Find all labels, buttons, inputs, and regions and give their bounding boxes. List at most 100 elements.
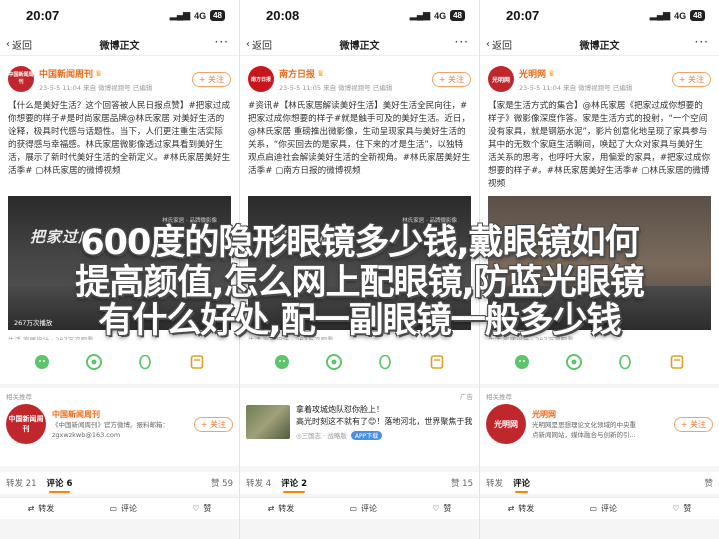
nav-bar: ‹ 返回 微博正文 ··· (480, 32, 719, 56)
ad-thumbnail[interactable] (246, 405, 290, 439)
author-name[interactable]: 光明网 (519, 67, 546, 80)
ad-title[interactable]: 拿着攻城炮队怼你脸上！ (296, 404, 473, 416)
comment-button[interactable]: ▭ 评论 (109, 503, 137, 514)
wechat-icon[interactable] (33, 353, 51, 371)
like-button[interactable]: ♡ 赞 (672, 503, 691, 514)
wechat-icon[interactable] (513, 353, 531, 371)
avatar-text: 光明网 (491, 76, 510, 84)
avatar[interactable]: 中国新闻周刊 (6, 404, 46, 444)
rec-account-desc-2: zgxwzkwb@163.com (52, 430, 121, 439)
rec-account-name[interactable]: 中国新闻周刊 (52, 409, 188, 420)
weibo-screen-1: 20:07 ▂▄▆ 4G 48 ‹ 返回 微博正文 ··· 中国新闻周刊 中国新闻… (0, 0, 239, 539)
status-icons: ▂▄▆ 4G 48 (170, 10, 225, 21)
follow-button[interactable]: + 关注 (431, 71, 471, 87)
repost-button[interactable]: ⇄ 转发 (508, 503, 535, 514)
tab-repost[interactable]: 转发 (486, 477, 503, 489)
comment-icon: ▭ (349, 504, 358, 513)
tab-like[interactable]: 赞 (704, 477, 713, 489)
rec-account-desc-2: 点新闻网站，媒体融合与创新的引... (532, 430, 636, 439)
tab-repost[interactable]: 转发 21 (6, 477, 37, 489)
comment-tabs: 转发 4 评论 2 赞 15 (240, 472, 479, 494)
author-name[interactable]: 中国新闻周刊 (39, 67, 93, 80)
tab-like[interactable]: 赞 59 (211, 477, 233, 489)
avatar[interactable]: 中国新闻周刊 (8, 66, 34, 92)
post-card: 南方日报 南方日报 ♛ 23-5-5 11:05 来自 微博视频号 已编辑 + 关… (240, 56, 479, 354)
tab-repost[interactable]: 转发 4 (246, 477, 271, 489)
status-time: 20:07 (506, 8, 540, 23)
video-floor (488, 286, 711, 330)
tab-like[interactable]: 赞 15 (451, 477, 473, 489)
favorite-icon[interactable] (188, 353, 206, 371)
status-icons: ▂▄▆ 4G 48 (650, 10, 705, 21)
thumbs-up-icon: ♡ (432, 504, 440, 513)
tab-comment[interactable]: 评论 6 (47, 477, 72, 493)
favorite-icon[interactable] (428, 353, 446, 371)
video-player[interactable]: 把家过成 林氏家居 · 品牌微影像 (248, 196, 471, 330)
moments-icon[interactable] (325, 353, 343, 371)
page-title: 微博正文 (99, 41, 140, 52)
favorite-icon[interactable] (668, 353, 686, 371)
tab-comment[interactable]: 评论 2 (281, 477, 307, 493)
repost-button[interactable]: ⇄ 转发 (28, 503, 55, 514)
like-button[interactable]: ♡ 赞 (432, 503, 451, 514)
more-options-icon[interactable]: ··· (215, 35, 229, 49)
repost-icon: ⇄ (507, 504, 515, 513)
like-button[interactable]: ♡ 赞 (192, 503, 211, 514)
comment-icon: ▭ (109, 504, 118, 513)
video-play-count: 267万次播放 (14, 319, 53, 327)
status-icons: ▂▄▆ 4G 48 (410, 10, 465, 21)
video-floor (248, 286, 471, 330)
repost-label: 转发 (518, 504, 535, 513)
qq-icon[interactable] (376, 353, 394, 371)
moments-icon[interactable] (565, 353, 583, 371)
comment-button[interactable]: ▭ 评论 (349, 503, 377, 514)
signal-icon: ▂▄▆ (409, 10, 431, 20)
author-name[interactable]: 南方日报 (279, 67, 315, 80)
avatar-text: 南方日报 (250, 76, 271, 83)
rec-avatar-text: 光明网 (494, 419, 518, 429)
signal-icon: ▂▄▆ (649, 10, 671, 20)
qq-icon[interactable] (616, 353, 634, 371)
status-bar: 20:08 ▂▄▆ 4G 48 (240, 0, 479, 32)
more-options-icon[interactable]: ··· (455, 35, 469, 49)
avatar[interactable]: 光明网 (486, 404, 526, 444)
follow-button[interactable]: + 关注 (191, 71, 231, 87)
status-bar: 20:07 ▂▄▆ 4G 48 (480, 0, 719, 32)
related-recommendation: 相关推荐 中国新闻周刊 中国新闻周刊 《中国新闻周刊》官方微博。报料邮箱： zg… (0, 388, 239, 466)
post-card: 中国新闻周刊 中国新闻周刊 ♛ 23-5-5 11:04 来自 微博视频号 已编辑… (0, 56, 239, 354)
follow-button[interactable]: + 关注 (193, 416, 233, 432)
wechat-icon[interactable] (273, 353, 291, 371)
video-logo: 林氏家居 · 品牌微影像 (402, 218, 457, 224)
repost-button[interactable]: ⇄ 转发 (268, 503, 295, 514)
post-text: #资讯#【林氏家居解读美好生活】美好生活全民向往，#把家过成你想要的样子#就是触… (248, 101, 471, 176)
share-actions (480, 340, 719, 384)
thumbs-up-icon: ♡ (192, 504, 200, 513)
tab-comment[interactable]: 评论 (513, 477, 530, 493)
rec-account-desc: 《中国新闻周刊》官方微博。报料邮箱： (52, 420, 169, 429)
rec-account-name[interactable]: 光明网 (532, 409, 668, 420)
video-player[interactable]: 把家过成 林氏家居 · 品牌微影像 267万次播放 (8, 196, 231, 330)
network-label: 4G (194, 10, 207, 21)
follow-button[interactable]: + 关注 (673, 416, 713, 432)
comment-label: 评论 (601, 504, 618, 513)
repost-icon: ⇄ (27, 504, 35, 513)
battery-icon: 48 (210, 10, 225, 21)
like-label: 赞 (443, 504, 452, 513)
more-options-icon[interactable]: ··· (695, 35, 709, 49)
post-author: 光明网 光明网 ♛ 23-5-5 11:04 来自 微博视频号 已编辑 + 关注 (488, 62, 711, 96)
comment-button[interactable]: ▭ 评论 (589, 503, 617, 514)
bottom-action-bar: ⇄ 转发 ▭ 评论 ♡ 赞 (480, 497, 719, 519)
qq-icon[interactable] (136, 353, 154, 371)
verified-badge-icon: ♛ (95, 68, 103, 78)
avatar[interactable]: 南方日报 (248, 66, 274, 92)
comment-label: 评论 (361, 504, 378, 513)
follow-button[interactable]: + 关注 (671, 71, 711, 87)
video-player[interactable] (488, 196, 711, 330)
moments-icon[interactable] (85, 353, 103, 371)
app-download-button[interactable]: APP下载 (350, 430, 383, 440)
ad-label: 广告 (460, 393, 473, 401)
nav-bar: ‹ 返回 微博正文 ··· (0, 32, 239, 56)
ad-title-prefix: 拿着攻城炮队怼你脸上！ (296, 405, 384, 414)
avatar[interactable]: 光明网 (488, 66, 514, 92)
video-logo: 林氏家居 · 品牌微影像 (162, 218, 217, 224)
